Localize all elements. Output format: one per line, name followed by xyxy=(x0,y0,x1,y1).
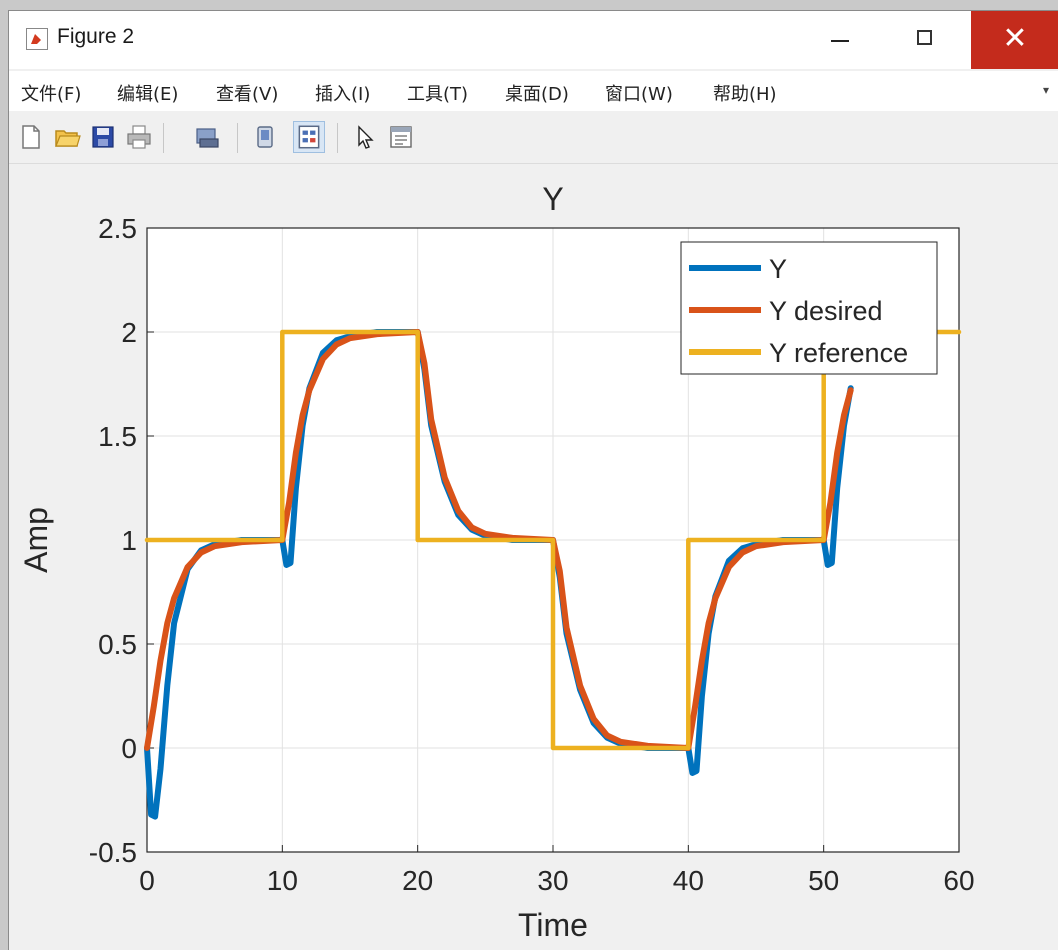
y-tick-label: 0.5 xyxy=(98,629,137,660)
x-axis-label: Time xyxy=(518,907,588,943)
x-tick-label: 30 xyxy=(537,865,568,896)
y-tick-label: 2.5 xyxy=(98,213,137,244)
menu-edit[interactable]: 编辑(E) xyxy=(117,80,178,106)
legend[interactable]: Y Y desired Y reference xyxy=(680,241,938,375)
open-property-inspector-icon[interactable] xyxy=(387,123,415,151)
new-figure-icon[interactable] xyxy=(17,123,45,151)
menu-tools[interactable]: 工具(T) xyxy=(407,80,468,106)
title-bar[interactable]: Figure 2 ✕ xyxy=(9,11,1058,69)
y-tick-label: 2 xyxy=(121,317,137,348)
menu-desktop[interactable]: 桌面(D) xyxy=(505,80,569,106)
y-axis-label: Amp xyxy=(18,507,54,573)
minimize-button[interactable] xyxy=(799,11,881,69)
x-tick-label: 0 xyxy=(139,865,155,896)
show-plot-tools-button[interactable] xyxy=(293,121,325,153)
open-file-icon[interactable] xyxy=(53,123,81,151)
toolbar-separator xyxy=(163,123,164,153)
y-tick-label: -0.5 xyxy=(89,837,137,868)
matlab-figure-icon xyxy=(26,28,48,50)
legend-entry-label: Y xyxy=(769,254,787,284)
show-plot-tools-icon xyxy=(298,125,320,149)
link-plot-icon[interactable] xyxy=(193,123,221,151)
menu-help[interactable]: 帮助(H) xyxy=(713,80,777,106)
legend-entry-label: Y desired xyxy=(769,296,883,326)
y-tick-label: 0 xyxy=(121,733,137,764)
menu-insert[interactable]: 插入(I) xyxy=(315,80,370,106)
figure-canvas[interactable]: 0 10 20 30 40 50 60 -0.5 0 0.5 1 1.5 2 2.5 Y Time Amp… xyxy=(9,164,1058,950)
menu-bar: 文件(F) 编辑(E) 查看(V) 插入(I) 工具(T) 桌面(D) 窗口(W… xyxy=(9,71,1058,111)
toolbar-separator xyxy=(337,123,338,153)
y-tick-label: 1.5 xyxy=(98,421,137,452)
save-icon[interactable] xyxy=(89,123,117,151)
figure-window: Figure 2 ✕ 文件(F) 编辑(E) 查看(V) 插入(I) 工具(T)… xyxy=(8,10,1058,950)
x-tick-label: 40 xyxy=(673,865,704,896)
menu-window[interactable]: 窗口(W) xyxy=(605,80,673,106)
edit-plot-icon[interactable] xyxy=(351,123,379,151)
print-icon[interactable] xyxy=(125,123,153,151)
y-tick-label: 1 xyxy=(121,525,137,556)
menu-file[interactable]: 文件(F) xyxy=(21,80,81,106)
x-tick-label: 20 xyxy=(402,865,433,896)
menu-view[interactable]: 查看(V) xyxy=(216,80,278,106)
x-tick-label: 10 xyxy=(267,865,298,896)
menu-overflow-icon[interactable]: ▾ xyxy=(1043,83,1049,97)
x-tick-label: 60 xyxy=(943,865,974,896)
close-button[interactable]: ✕ xyxy=(971,11,1058,69)
maximize-button[interactable] xyxy=(881,11,971,69)
chart-title: Y xyxy=(542,181,563,217)
line-plot[interactable]: 0 10 20 30 40 50 60-0.500.511.522.5 Y Time Amp… xyxy=(9,164,1058,950)
hide-plot-tools-icon[interactable] xyxy=(251,123,279,151)
window-title: Figure 2 xyxy=(57,25,135,48)
legend-entry-label: Y reference xyxy=(769,338,908,368)
toolbar-separator xyxy=(237,123,238,153)
toolbar xyxy=(9,113,1058,164)
x-tick-label: 50 xyxy=(808,865,839,896)
